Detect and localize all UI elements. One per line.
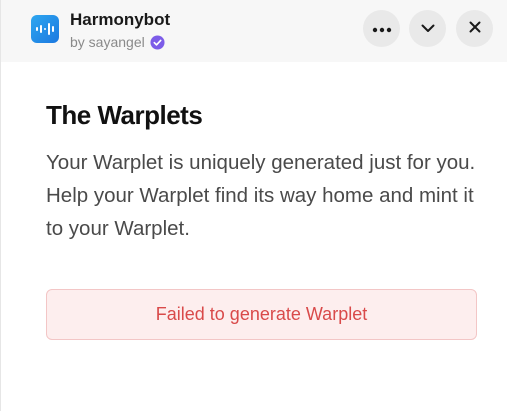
app-name: Harmonybot bbox=[70, 10, 171, 29]
page-description: Your Warplet is uniquely generated just … bbox=[46, 151, 476, 240]
app-header: Harmonybot by sayangel bbox=[1, 0, 507, 62]
page-title: The Warplets bbox=[46, 100, 203, 130]
error-alert: Failed to generate Warplet bbox=[46, 289, 477, 340]
harmonybot-logo-icon bbox=[31, 15, 59, 43]
error-message: Failed to generate Warplet bbox=[155, 304, 368, 324]
close-button[interactable] bbox=[456, 10, 493, 47]
more-options-button[interactable] bbox=[363, 10, 400, 47]
author-byline: by sayangel bbox=[70, 34, 145, 50]
mini-app-frame: Harmonybot by sayangel The Warplets Your… bbox=[0, 0, 507, 411]
collapse-button[interactable] bbox=[409, 10, 446, 47]
more-horizontal-icon bbox=[372, 20, 392, 38]
close-icon bbox=[469, 20, 481, 38]
verified-badge-icon bbox=[150, 34, 165, 50]
app-author: by sayangel bbox=[70, 34, 165, 50]
chevron-down-icon bbox=[421, 20, 435, 38]
